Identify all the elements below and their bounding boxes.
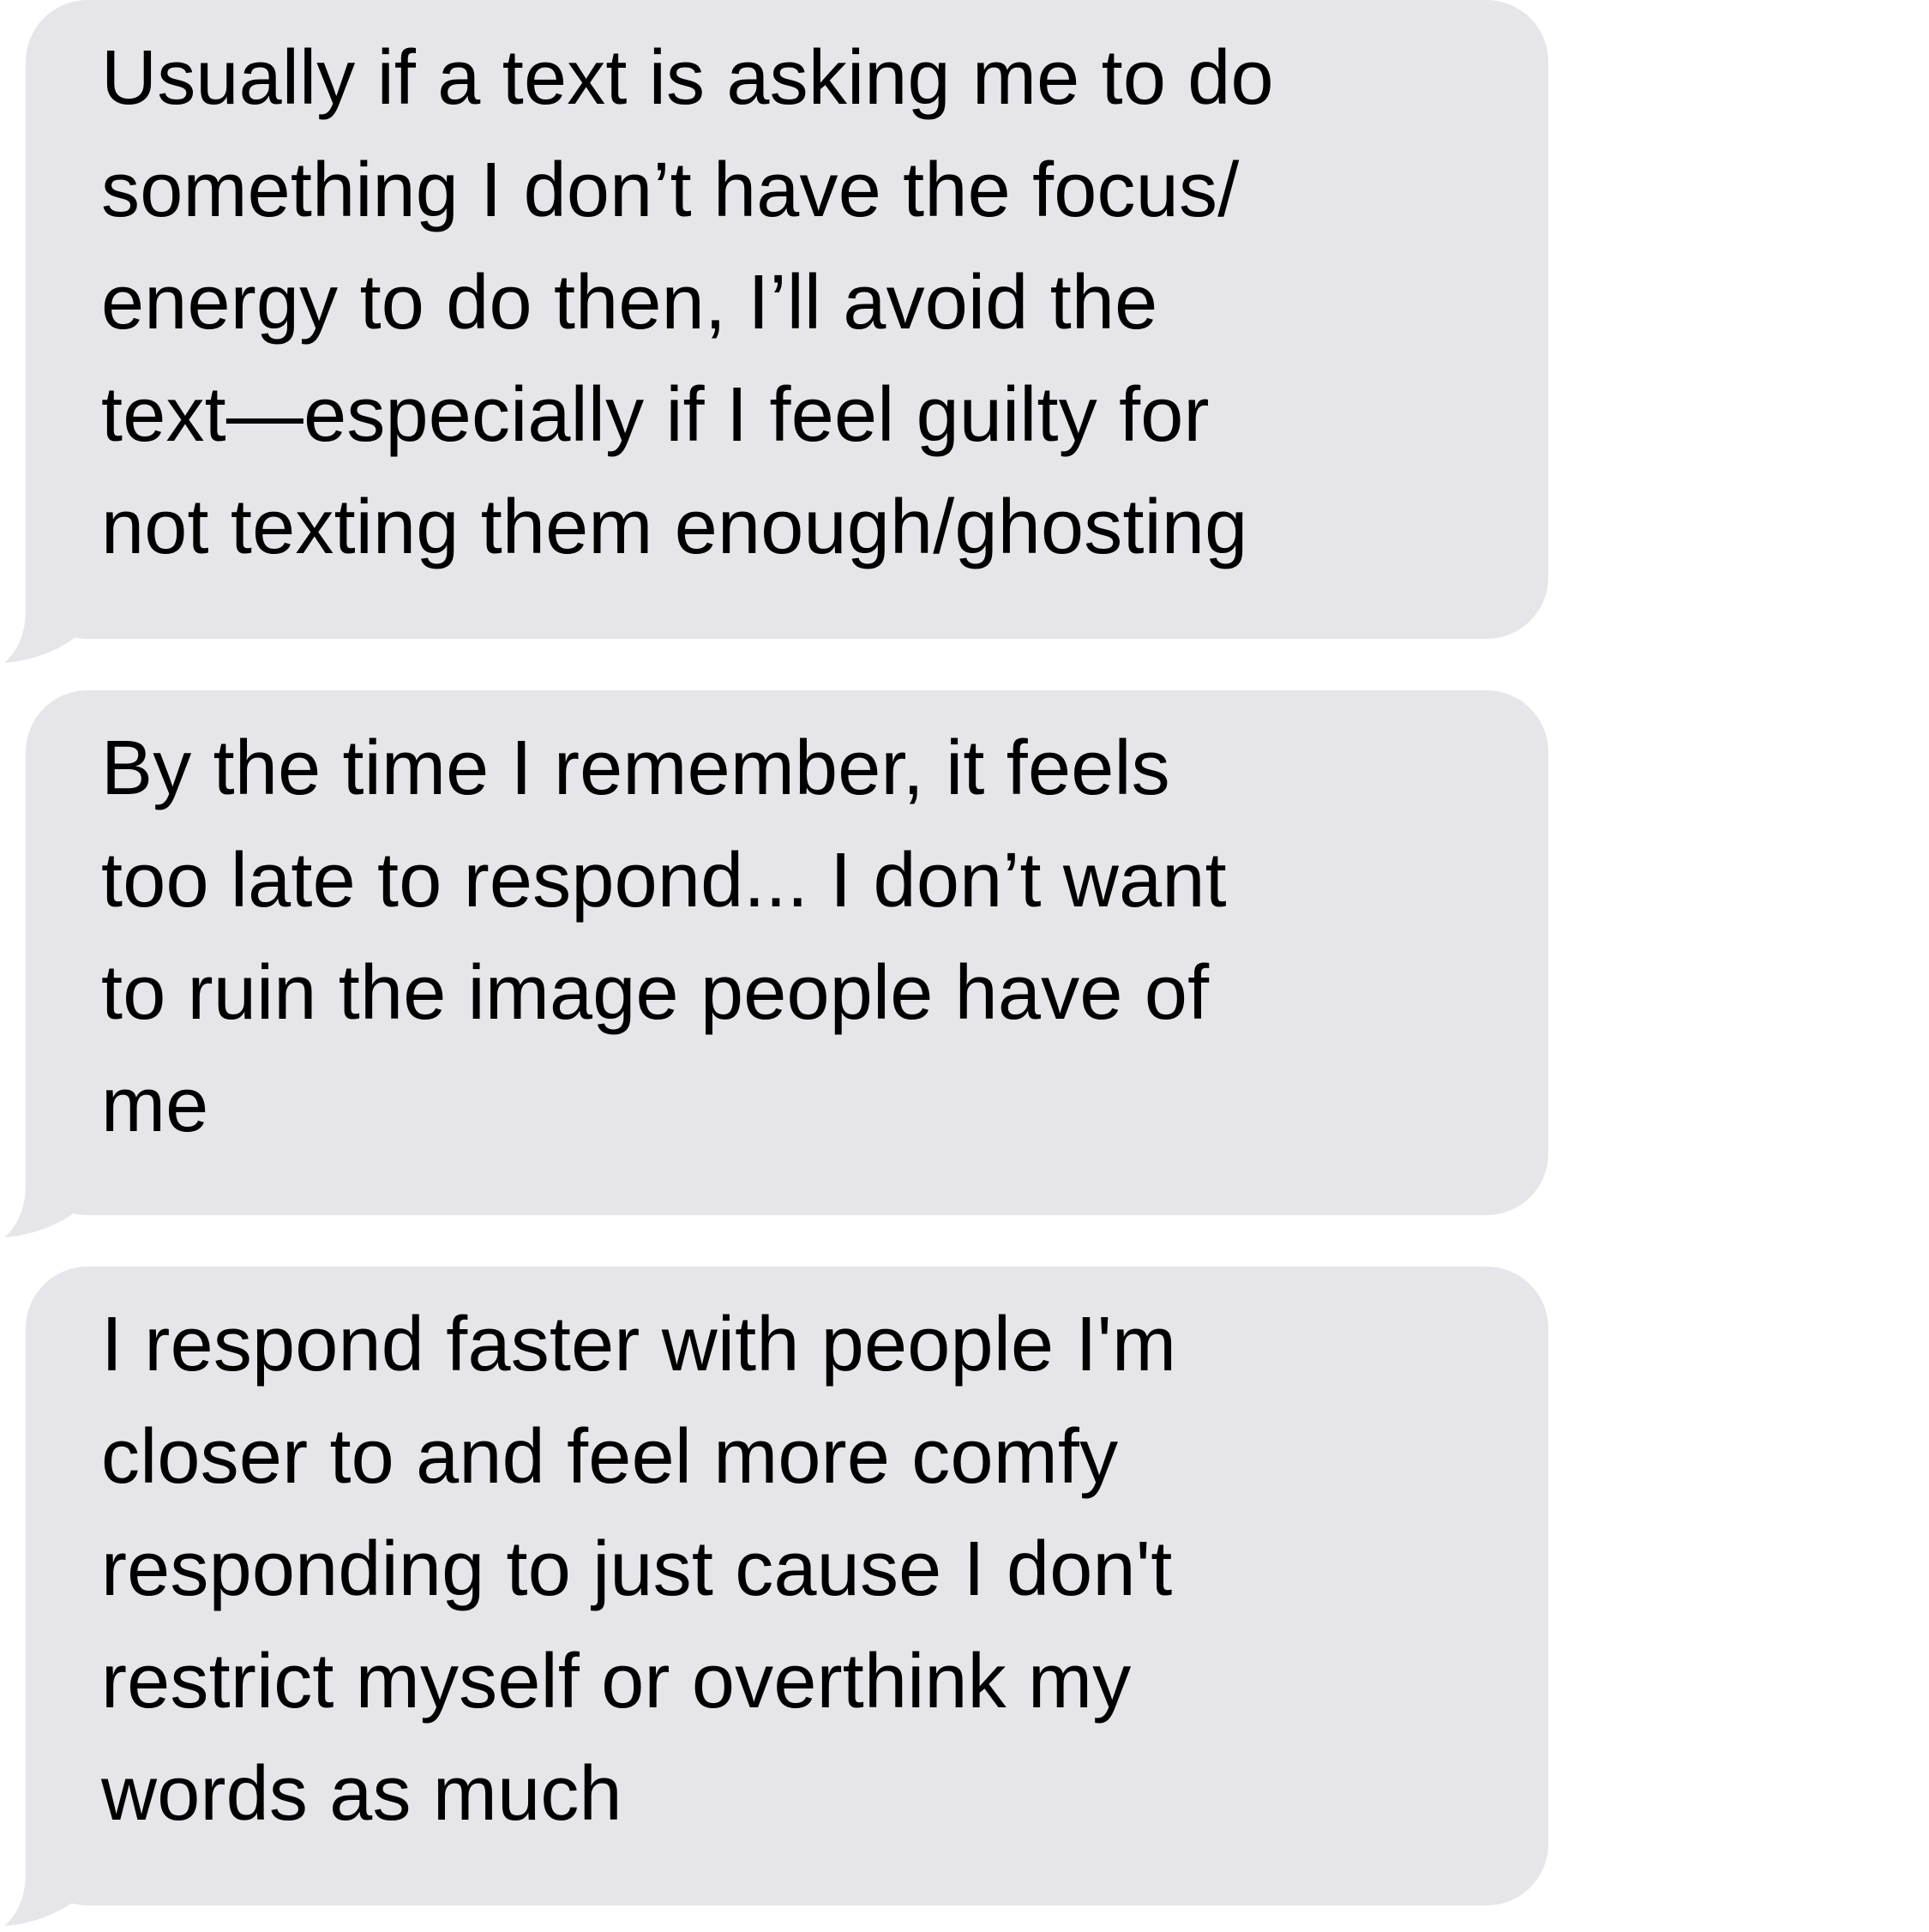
message-bubble-body: Usually if a text is asking me to do som… (26, 0, 1548, 639)
message-text-line: something I don’t have the focus/ (101, 147, 1240, 233)
message-text-line: to ruin the image people have of (101, 950, 1210, 1036)
message-text-line: closer to and feel more comfy (101, 1414, 1119, 1500)
message-text-line: too late to respond... I don’t want (101, 838, 1227, 924)
message-bubble-body: I respond faster with people I'm closer … (26, 1267, 1548, 1905)
message-text-line: restrict myself or overthink my (101, 1639, 1132, 1724)
message-text-line: Usually if a text is asking me to do (101, 35, 1274, 121)
message-text-line: responding to just cause I don't (101, 1526, 1173, 1612)
message-text-line: energy to do then, I’ll avoid the (101, 260, 1158, 346)
message-text-line: not texting them enough/ghosting (101, 485, 1248, 570)
message-thread: { "thread": { "bubble_color": "#e5e5ea",… (0, 0, 1929, 1929)
message-text-line: words as much (101, 1751, 622, 1837)
message-text-line: By the time I remember, it feels (101, 725, 1170, 811)
message-text-line: I respond faster with people I'm (101, 1302, 1177, 1387)
message-bubble-body: By the time I remember, it feels too lat… (26, 690, 1548, 1215)
message-text-line: me (101, 1062, 209, 1148)
message-text-line: text—especially if I feel guilty for (101, 372, 1210, 458)
